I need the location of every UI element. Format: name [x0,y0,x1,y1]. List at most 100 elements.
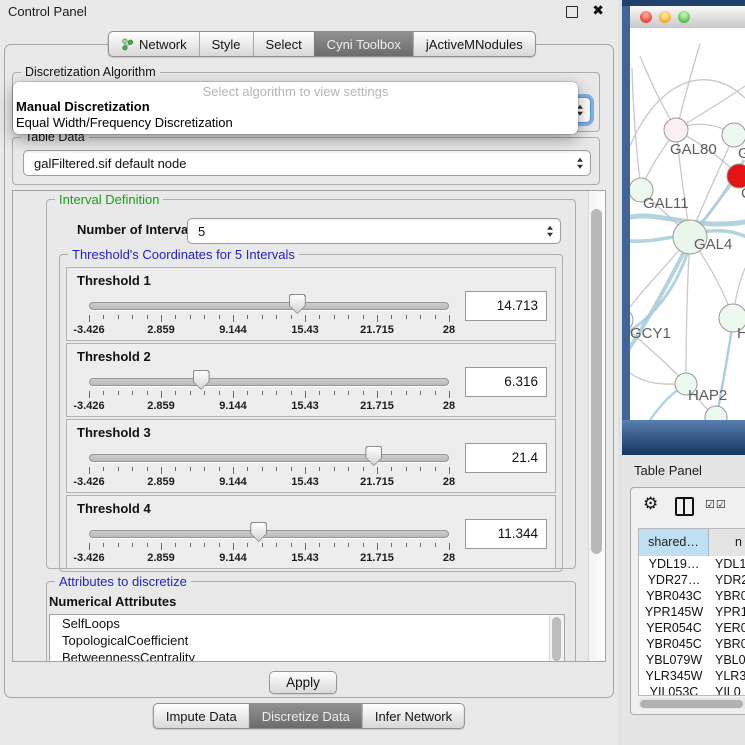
cell-name: YBR0 [709,636,745,652]
cell-name: YDR2 [709,572,745,588]
tick-label: -3.426 [73,476,104,488]
split-panel-icon[interactable] [675,497,694,516]
tab-discretize-data[interactable]: Discretize Data [249,704,362,728]
float-window-icon[interactable] [566,6,578,18]
gear-icon[interactable]: ⚙ [643,494,658,514]
threshold-slider[interactable]: -3.4262.8599.14415.4321.71528 [89,294,449,340]
node-label: HAP2 [688,387,727,404]
tab-network[interactable]: Network [109,32,199,56]
network-window-titlebar[interactable] [630,6,745,29]
table-data-combobox[interactable]: galFiltered.sif default node [23,150,591,176]
numerical-attributes-list[interactable]: SelfLoopsTopologicalCoefficientBetweenne… [49,614,565,662]
table-horizontal-scrollbar[interactable] [638,698,745,709]
combo-arrows-icon [547,226,553,237]
threshold-slider[interactable]: -3.4262.8599.14415.4321.71528 [89,370,449,416]
tab-infer-network[interactable]: Infer Network [362,704,464,728]
list-scrollbar[interactable] [549,615,564,662]
threshold-value-field[interactable]: 6.316 [465,367,547,397]
close-traffic-light[interactable] [640,11,652,23]
table-row[interactable]: YBR045CYBR0 [639,636,745,652]
slider-thumb[interactable] [193,370,210,390]
dropdown-option-manual-discretization[interactable]: Manual Discretization [13,99,578,115]
tick-label: 15.43 [291,552,319,564]
network-graph[interactable]: GAL80GACGAL11GAL4GCY1HHAP2 [630,28,745,420]
tick-label: 15.43 [291,476,319,488]
tick-label: 9.144 [219,476,247,488]
threshold-panel-1: Threshold 1 -3.4262.8599.14415.4321.7152… [66,267,556,341]
table-row[interactable]: YIL053CYIL0 [639,684,745,696]
attributes-group: Attributes to discretize Numerical Attri… [46,581,576,662]
table-hscrollbar-thumb[interactable] [640,700,743,708]
cell-name: YER0 [709,620,745,636]
network-edge[interactable] [632,68,641,190]
network-canvas[interactable]: GAL80GACGAL11GAL4GCY1HHAP2 [630,28,745,420]
threshold-value-field[interactable]: 21.4 [465,443,547,473]
close-icon[interactable]: ✖ [592,3,604,19]
control-panel-title: Control Panel [8,4,87,19]
cell-shared-name: YDL19… [639,556,709,572]
settings-scrollbar-thumb[interactable] [591,209,602,554]
slider-thumb[interactable] [250,522,267,542]
slider-track[interactable] [89,378,449,386]
table-row[interactable]: YLR345WYLR3 [639,668,745,684]
table-row[interactable]: YBR043CYBR0 [639,588,745,604]
list-scrollbar-thumb[interactable] [552,617,561,661]
numerical-attributes-label: Numerical Attributes [49,594,176,609]
attribute-item-betweennesscentrality[interactable]: BetweennessCentrality [50,649,564,662]
slider-tick-labels: -3.4262.8599.14415.4321.71528 [89,552,449,564]
number-of-intervals-combobox[interactable]: 5 [187,218,561,244]
tab-select[interactable]: Select [253,32,314,56]
threshold-value-field[interactable]: 11.344 [465,519,547,549]
tab-impute-data[interactable]: Impute Data [154,704,249,728]
cell-shared-name: YIL053C [639,684,709,696]
table-row[interactable]: YDR27…YDR2 [639,572,745,588]
zoom-traffic-light[interactable] [678,11,690,23]
control-panel-titlebar: Control Panel ✖ [0,0,618,24]
attribute-item-topologicalcoefficient[interactable]: TopologicalCoefficient [50,632,564,649]
settings-vertical-scrollbar[interactable] [588,191,605,661]
settings-scrollpane: Interval Definition Number of Intervals … [12,190,606,662]
threshold-slider[interactable]: -3.4262.8599.14415.4321.71528 [89,522,449,568]
network-edge-highlighted[interactable] [630,240,690,362]
table-row[interactable]: YER054CYER0 [639,620,745,636]
cell-name: YDL1 [709,556,745,572]
table-row[interactable]: YPR145WYPR1 [639,604,745,620]
table-row[interactable]: YDL19…YDL1 [639,556,745,572]
network-edge[interactable] [630,373,682,384]
cell-name: YBL0 [709,652,745,668]
network-node-ga[interactable] [722,123,745,147]
column-header-shared-name[interactable]: shared… [639,529,709,556]
node-label: GAL80 [670,141,717,158]
minimize-traffic-light[interactable] [659,11,671,23]
network-node[interactable] [705,406,727,420]
threshold-slider[interactable]: -3.4262.8599.14415.4321.71528 [89,446,449,492]
slider-tick-labels: -3.4262.8599.14415.4321.71528 [89,324,449,336]
attributes-group-label: Attributes to discretize [55,574,191,589]
select-columns-icon[interactable]: ☑☑ [705,498,727,511]
dropdown-option-equal-width-frequency-discretization[interactable]: Equal Width/Frequency Discretization [13,115,578,131]
slider-thumb[interactable] [365,446,382,466]
slider-track[interactable] [89,454,449,462]
tab-cyni-toolbox[interactable]: Cyni Toolbox [314,32,413,56]
tick-label: 28 [443,400,455,412]
tick-label: 9.144 [219,324,247,336]
table-row[interactable]: YBL079WYBL0 [639,652,745,668]
apply-button[interactable]: Apply [269,671,337,694]
tick-label: -3.426 [73,400,104,412]
column-header-name[interactable]: n [709,529,745,556]
slider-track[interactable] [89,302,449,310]
network-edge[interactable] [677,44,700,128]
slider-track[interactable] [89,530,449,538]
tab-style[interactable]: Style [199,32,253,56]
attribute-item-selfloops[interactable]: SelfLoops [50,615,564,632]
network-node-gal80[interactable] [664,118,688,142]
threshold-value-field[interactable]: 14.713 [465,291,547,321]
network-edge[interactable] [679,86,745,128]
tab-jactivemnodules[interactable]: jActiveMNodules [413,32,535,56]
table-toolbar: ⚙ ☑☑ [631,488,745,524]
slider-thumb[interactable] [289,294,306,314]
node-table[interactable]: shared… n YDL19…YDL1YDR27…YDR2YBR043CYBR… [638,528,745,696]
threshold-panel-4: Threshold 4 -3.4262.8599.14415.4321.7152… [66,495,556,569]
network-icon [121,38,134,51]
table-data-group: Table Data galFiltered.sif default node [12,137,600,185]
